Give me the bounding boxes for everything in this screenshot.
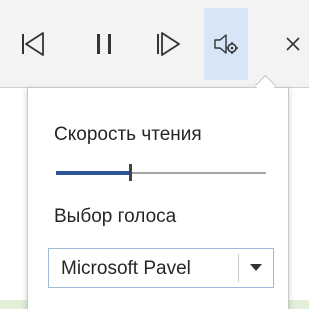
voice-settings-button[interactable] — [204, 8, 248, 80]
pause-button[interactable] — [84, 8, 124, 80]
voice-select-value: Microsoft Pavel — [61, 258, 191, 279]
speaker-settings-icon — [214, 34, 238, 54]
chevron-down-icon — [250, 264, 262, 271]
close-button[interactable] — [276, 8, 309, 80]
dropdown-arrow-button[interactable] — [239, 249, 273, 287]
previous-button[interactable] — [12, 8, 52, 80]
reading-speed-label: Скорость чтения — [54, 124, 202, 145]
voice-selection-label: Выбор голоса — [54, 206, 177, 227]
read-aloud-window: Скорость чтения Выбор голоса Microsoft P… — [0, 0, 309, 309]
voice-settings-panel: Скорость чтения Выбор голоса Microsoft P… — [27, 87, 289, 309]
voice-select[interactable]: Microsoft Pavel — [48, 248, 274, 288]
pause-icon — [97, 34, 111, 54]
read-aloud-toolbar — [0, 0, 309, 88]
skip-forward-icon — [157, 32, 180, 56]
close-icon — [286, 37, 300, 51]
slider-fill — [56, 171, 130, 175]
skip-back-icon — [22, 32, 44, 56]
next-button[interactable] — [148, 8, 188, 80]
reading-speed-slider[interactable] — [56, 164, 266, 182]
slider-thumb[interactable] — [128, 164, 132, 181]
